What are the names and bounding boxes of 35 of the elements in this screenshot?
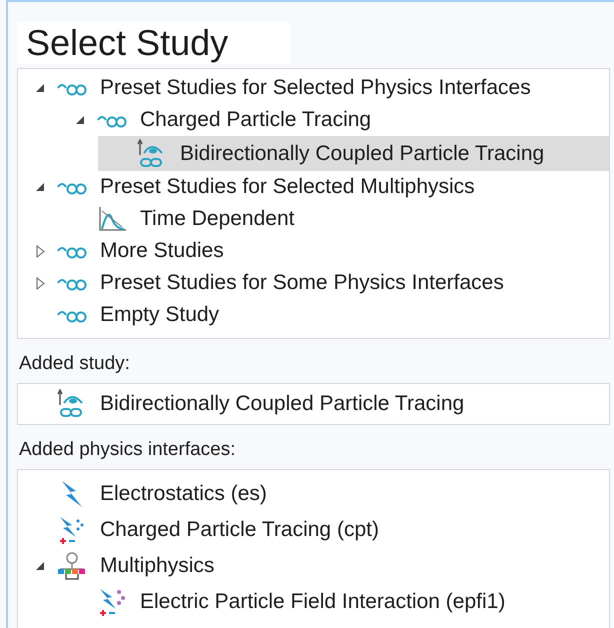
tree-item-label: Preset Studies for Selected Physics Interfaces	[100, 76, 531, 100]
tree-item[interactable]: Empty Study	[18, 299, 609, 331]
tree-item-label: Time Dependent	[140, 207, 294, 231]
tree-item[interactable]: Electric Particle Field Interaction (epfi1)	[58, 584, 609, 620]
tree-item-label: Charged Particle Tracing (cpt)	[100, 518, 379, 542]
tree-item-label: Electrostatics (es)	[100, 482, 267, 506]
tree-item[interactable]: Charged Particle Tracing	[58, 104, 609, 136]
tree-item[interactable]: Multiphysics	[18, 548, 609, 584]
expanded-triangle-icon[interactable]	[35, 561, 45, 571]
expanded-triangle-icon[interactable]	[35, 83, 45, 93]
tree-item-label: Charged Particle Tracing	[140, 108, 372, 132]
tree-item-label: Preset Studies for Selected Multiphysics	[100, 175, 475, 199]
tree-item-label: Empty Study	[100, 303, 220, 327]
tree-item-label: Multiphysics	[100, 554, 214, 578]
tree-item-label: Electric Particle Field Interaction (epfi1)	[140, 590, 506, 614]
expanded-triangle-icon[interactable]	[75, 115, 85, 125]
tree-item[interactable]: Bidirectionally Coupled Particle Tracing	[98, 136, 609, 171]
multiphysics-icon	[56, 551, 88, 581]
tree-item-label: More Studies	[100, 239, 224, 263]
panel-title: Select Study	[17, 22, 290, 64]
tree-item[interactable]: Charged Particle Tracing (cpt)	[18, 512, 609, 548]
tree-item-label: Preset Studies for Some Physics Interfaces	[100, 271, 504, 295]
section-label: Added physics interfaces:	[19, 439, 237, 461]
tree-item[interactable]: Preset Studies for Selected Multiphysics	[18, 171, 609, 203]
expanded-triangle-icon[interactable]	[35, 182, 45, 192]
tree-item[interactable]: More Studies	[18, 235, 609, 267]
tree-item[interactable]: Preset Studies for Selected Physics Interfaces	[18, 72, 609, 104]
section-label: Added study:	[19, 353, 131, 375]
tree-item[interactable]: Electrostatics (es)	[18, 476, 609, 512]
tree-item-label: Bidirectionally Coupled Particle Tracing	[180, 142, 544, 166]
tree-item[interactable]: Preset Studies for Some Physics Interfaces	[18, 267, 609, 299]
added-study-label: Bidirectionally Coupled Particle Tracing	[100, 392, 464, 416]
tree-item[interactable]: Time Dependent	[58, 203, 609, 235]
collapsed-triangle-icon[interactable]	[36, 276, 44, 290]
collapsed-triangle-icon[interactable]	[36, 244, 44, 258]
